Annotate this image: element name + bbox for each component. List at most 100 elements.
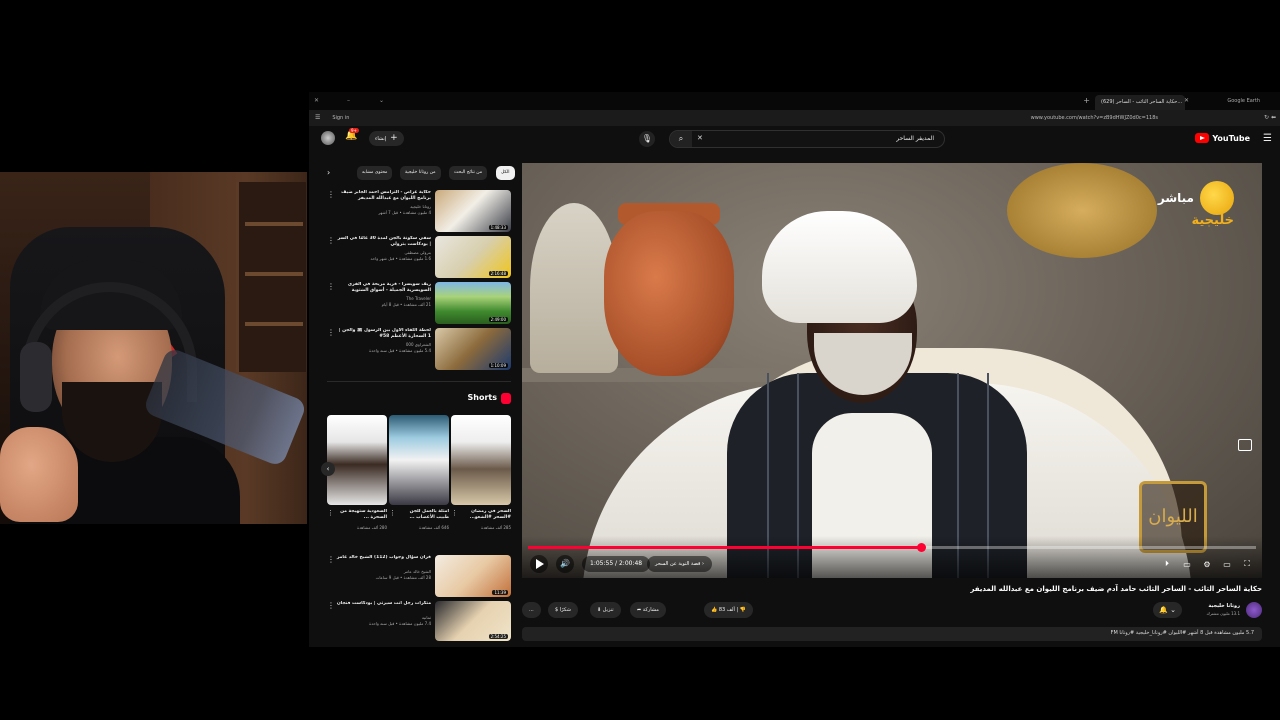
voice-search-icon[interactable]: 🎙 xyxy=(639,131,655,147)
subtitles-icon[interactable]: ▭ xyxy=(1180,560,1194,569)
minimize-icon[interactable]: – xyxy=(347,97,350,104)
chevron-down-icon[interactable]: ⌄ xyxy=(379,97,384,104)
youtube-logo[interactable]: YouTube xyxy=(1195,133,1250,143)
more-actions-button[interactable]: ... xyxy=(522,602,541,618)
recommendation-thumbnail[interactable]: 2:16:48 xyxy=(435,236,511,278)
shorts-scroll-left-icon[interactable]: ‹ xyxy=(321,462,335,476)
new-tab-icon[interactable]: + xyxy=(1083,96,1090,105)
more-options-icon[interactable]: ⋮ xyxy=(327,509,334,517)
hamburger-menu-icon[interactable]: ☰ xyxy=(1263,133,1272,144)
fullscreen-icon[interactable]: ⛶ xyxy=(1240,559,1254,569)
recommendation-item[interactable]: ⋮ متكرات رجل أنت سيرتي | بودكاست فنجان ث… xyxy=(327,601,511,641)
close-tab-icon[interactable]: ✕ xyxy=(1184,97,1189,104)
recommendation-title: متكرات رجل أنت سيرتي | بودكاست فنجان xyxy=(336,601,431,606)
share-button[interactable]: ➦ مشاركة xyxy=(630,602,666,618)
recommendation-item[interactable]: ⋮ قرآن سؤال وجواب (112) الشيخ خالد عامر … xyxy=(327,555,511,597)
recommendation-item[interactable]: ⋮ لحظة اللقاء الأول بين الرسول ﷺ والجن |… xyxy=(327,328,511,370)
short-title: أمثلة بالعمل للجن طبيب الأعصاب ... xyxy=(409,509,449,520)
short-item[interactable]: ⋮ أمثلة بالعمل للجن طبيب الأعصاب ... 646… xyxy=(389,415,449,530)
create-button[interactable]: إنشاء + xyxy=(369,131,404,146)
more-options-icon[interactable]: ⋮ xyxy=(327,328,335,337)
tab-youtube[interactable]: (629) حكاية الساحر التائب - الساحر... xyxy=(1095,95,1185,110)
clear-search-icon[interactable]: ✕ xyxy=(697,134,703,142)
chip-search-results[interactable]: من نتائج البحث xyxy=(449,166,488,180)
recommendation-thumbnail[interactable]: 2:54:25 xyxy=(435,601,511,641)
more-options-icon[interactable]: ⋮ xyxy=(327,236,335,245)
chapter-title: قصة التوبة عن السحر xyxy=(655,561,701,567)
more-options-icon[interactable]: ⋮ xyxy=(327,555,335,564)
more-options-icon[interactable]: ⋮ xyxy=(327,282,335,291)
chapter-button[interactable]: قصة التوبة عن السحر › xyxy=(647,556,712,572)
channel-avatar[interactable] xyxy=(1246,602,1262,618)
recommendation-channel: الشعراوي 000 xyxy=(405,342,431,347)
settings-icon[interactable]: ⚙ xyxy=(1200,560,1214,569)
chip-similar[interactable]: محتوى مشابه xyxy=(357,166,393,180)
volume-icon[interactable]: 🔊 xyxy=(556,555,574,573)
recommendation-channel: الشيخ خالد عامر xyxy=(403,569,431,574)
toolbar-left: ☰ Sign in xyxy=(315,114,349,121)
short-thumbnail[interactable] xyxy=(389,415,449,505)
streamer-webcam xyxy=(0,172,307,524)
tab-strip: ✕ – ⌄ + (629) حكاية الساحر التائب - السا… xyxy=(309,92,1280,110)
address-bar: ☰ Sign in www.youtube.com/watch?v=zB9dHW… xyxy=(309,110,1280,126)
progress-fill xyxy=(528,546,922,549)
chip-channel[interactable]: من روتانا خليجية xyxy=(400,166,441,180)
duration-badge: 11:39 xyxy=(492,590,508,595)
chevron-right-icon[interactable]: › xyxy=(327,166,339,180)
description-text: 5.7 مليون مشاهدة قبل 8 أشهر #الليوان #رو… xyxy=(1110,630,1254,636)
recommendation-channel: The Traveler xyxy=(406,296,431,301)
description-box[interactable]: 5.7 مليون مشاهدة قبل 8 أشهر #الليوان #رو… xyxy=(522,627,1262,641)
time-current: 1:05:55 xyxy=(590,560,614,567)
channel-name[interactable]: روتانا خليجية xyxy=(1208,603,1240,609)
thanks-button[interactable]: $ شكرًا xyxy=(548,602,578,618)
thanks-label: شكرًا xyxy=(559,607,571,613)
more-options-icon[interactable]: ⋮ xyxy=(451,509,458,517)
account-avatar[interactable] xyxy=(321,131,335,145)
short-item[interactable]: ⋮ السحر في رمضان #السحر #الشعو... 285 أل… xyxy=(451,415,511,530)
recommendation-thumbnail[interactable]: 11:39 xyxy=(435,555,511,597)
recommendation-thumbnail[interactable]: 2:49:00 xyxy=(435,282,511,324)
player-right-controls: ⏵ ▭ ⚙ ▭ ⛶ xyxy=(1160,556,1254,572)
recommendation-meta: 28 ألف مشاهدة • قبل 9 ساعات xyxy=(375,575,431,580)
reload-icon[interactable]: ↻ ⬅ xyxy=(1264,114,1276,121)
short-views: 285 ألف مشاهدة xyxy=(481,525,511,530)
player-controls: 🔊 1:05:55 / 2:00:48 قصة التوبة عن السحر … xyxy=(522,536,1262,578)
menu-icon[interactable]: ☰ xyxy=(315,114,320,121)
short-thumbnail[interactable] xyxy=(451,415,511,505)
url-field[interactable]: www.youtube.com/watch?v=zB9dHWJZ0d0c=118… xyxy=(1031,115,1158,121)
play-button[interactable] xyxy=(530,555,548,573)
chip-all[interactable]: الكل xyxy=(496,166,515,180)
recommendation-item[interactable]: ⋮ سقي سكونة بالجن لمدة 30 عامًا في السر … xyxy=(327,236,511,278)
like-button[interactable]: 👍 83 ألف | 👎 xyxy=(704,602,753,618)
signin-button[interactable]: Sign in xyxy=(332,115,349,121)
recommendation-thumbnail[interactable]: 1:48:33 xyxy=(435,190,511,232)
subscribed-bell-button[interactable]: 🔔 ⌄ xyxy=(1153,602,1182,618)
more-options-icon[interactable]: ⋮ xyxy=(389,509,396,517)
close-window-icon[interactable]: ✕ xyxy=(314,97,319,104)
autoplay-icon[interactable]: ⏵ xyxy=(1160,559,1174,569)
more-options-icon[interactable]: ⋮ xyxy=(327,190,335,199)
short-title: السعودية ستهيجة من السحرة ... xyxy=(340,509,387,520)
progress-scrubber[interactable] xyxy=(917,543,927,552)
share-label: مشاركة xyxy=(642,607,659,613)
duration-badge: 2:54:25 xyxy=(488,634,508,639)
profile-label[interactable]: Google Earth xyxy=(1227,98,1260,104)
filter-chips: › محتوى مشابه من روتانا خليجية من نتائج … xyxy=(327,166,515,180)
search-input[interactable]: ⌕ ✕ المديفر الساحر xyxy=(669,130,945,148)
miniplayer-icon[interactable] xyxy=(1238,439,1252,451)
plus-icon: + xyxy=(390,133,398,143)
recommendation-item[interactable]: ⋮ حكاية عراص - الترامس أحمد الجابر ضيف ب… xyxy=(327,190,511,232)
more-label: ... xyxy=(529,607,534,613)
progress-bar[interactable] xyxy=(528,543,1256,552)
notifications-button[interactable]: 🔔 9+ xyxy=(345,128,361,146)
download-button[interactable]: ⬇ تنزيل xyxy=(590,602,621,618)
more-options-icon[interactable]: ⋮ xyxy=(327,601,335,610)
recommendation-thumbnail[interactable]: 1:10:09 xyxy=(435,328,511,370)
theater-icon[interactable]: ▭ xyxy=(1220,560,1234,569)
video-player[interactable]: مباشر خليجية الليوان 🔊 1:05:55 / 2:00:48… xyxy=(522,163,1262,578)
short-thumbnail[interactable] xyxy=(327,415,387,505)
recommendation-item[interactable]: ⋮ ريف سويسرا - قرية مريحة في القرى السوي… xyxy=(327,282,511,324)
short-item[interactable]: ⋮ السعودية ستهيجة من السحرة ... 280 ألف … xyxy=(327,415,387,530)
recommendation-title: لحظة اللقاء الأول بين الرسول ﷺ والجن | 1… xyxy=(338,328,431,339)
search-icon[interactable]: ⌕ xyxy=(670,131,692,147)
